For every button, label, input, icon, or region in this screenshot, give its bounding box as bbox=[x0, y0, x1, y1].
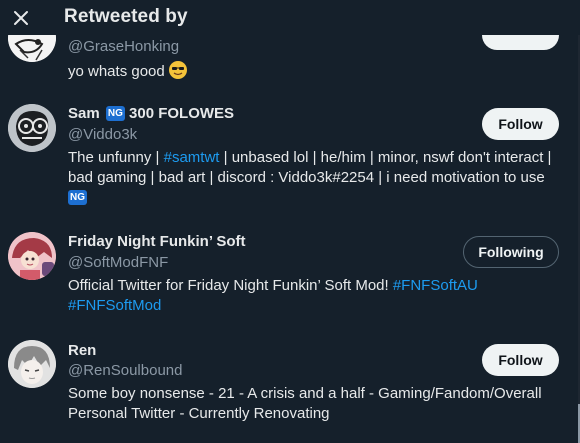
user-name[interactable]: Friday Night Funkin’ Soft bbox=[68, 233, 246, 250]
avatar[interactable] bbox=[8, 232, 56, 280]
following-button[interactable]: Following bbox=[463, 236, 559, 268]
user-handle: @Viddo3k bbox=[68, 126, 138, 143]
page-title: Retweeted by bbox=[64, 6, 188, 27]
modal-header: Retweeted by bbox=[0, 0, 580, 35]
hashtag-link[interactable]: #FNFSoftAU bbox=[393, 277, 478, 294]
user-row[interactable]: Sam NG 300 FOLOWES @Viddo3k The unfunny … bbox=[0, 92, 578, 214]
user-handle: @RenSoulbound bbox=[68, 362, 183, 379]
user-name[interactable]: Ren bbox=[68, 342, 96, 359]
avatar[interactable] bbox=[8, 104, 56, 152]
user-name[interactable]: Sam NG 300 FOLOWES bbox=[68, 105, 234, 122]
retweeters-list: @GraseHonking yo whats good Sam NG 300 F… bbox=[0, 0, 578, 443]
hashtag-link[interactable]: #FNFSoftMod bbox=[68, 297, 161, 314]
follow-button[interactable]: Follow bbox=[482, 108, 559, 140]
close-icon bbox=[14, 11, 28, 25]
ng-badge-icon: NG bbox=[105, 106, 125, 121]
user-handle: @SoftModFNF bbox=[68, 254, 169, 271]
hashtag-link[interactable]: #samtwt bbox=[164, 149, 220, 166]
sunglasses-emoji-icon bbox=[168, 61, 187, 79]
user-row[interactable]: Ren @RenSoulbound Some boy nonsense - 21… bbox=[0, 328, 578, 443]
user-row[interactable]: Friday Night Funkin’ Soft @SoftModFNF Of… bbox=[0, 220, 578, 330]
ng-badge-icon: NG bbox=[68, 190, 87, 205]
user-bio: The unfunny | #samtwt | unbased lol | he… bbox=[68, 149, 552, 205]
user-bio: Some boy nonsense - 21 - A crisis and a … bbox=[68, 385, 542, 422]
follow-button[interactable]: Follow bbox=[482, 344, 559, 376]
close-button[interactable] bbox=[6, 2, 36, 32]
avatar[interactable] bbox=[8, 340, 56, 388]
user-handle: @GraseHonking bbox=[68, 38, 180, 55]
user-bio: Official Twitter for Friday Night Funkin… bbox=[68, 277, 478, 314]
user-bio: yo whats good bbox=[68, 61, 568, 82]
